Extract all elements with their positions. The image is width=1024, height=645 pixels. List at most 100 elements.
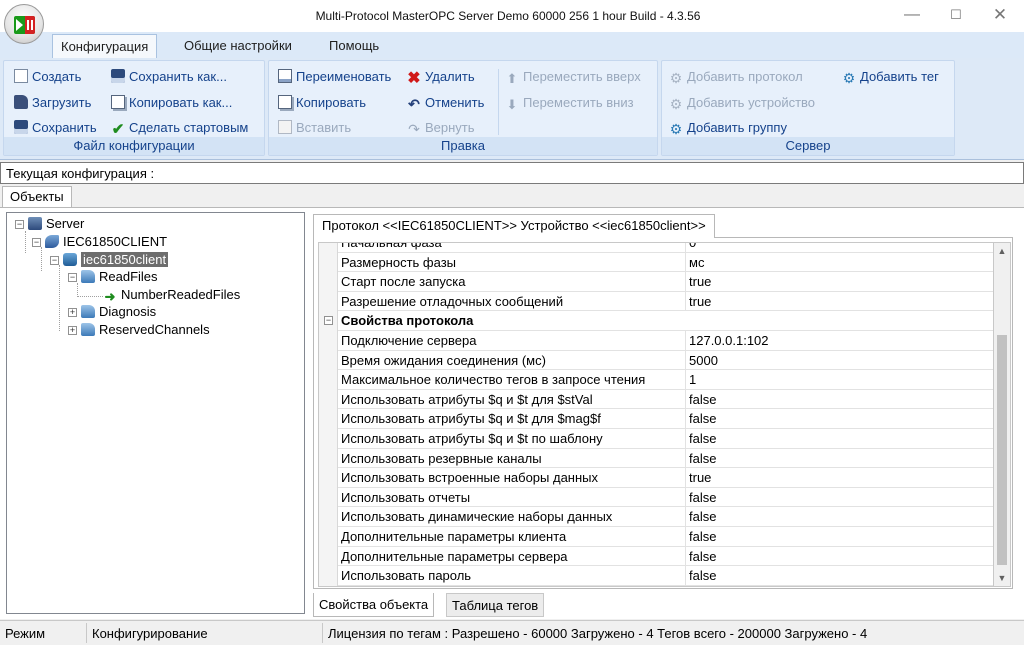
collapse-icon[interactable]: − [50,256,59,265]
property-value[interactable]: false [689,566,716,585]
property-value[interactable]: false [689,409,716,428]
property-row[interactable]: Использовать пароль false [338,566,993,586]
group-folder-icon [81,323,95,336]
property-category[interactable]: Свойства протокола [338,311,993,331]
tab-help[interactable]: Помощь [321,34,387,58]
tree-node-readfiles[interactable]: − ReadFiles [68,268,158,286]
maximize-button[interactable]: ☐ [942,4,970,26]
make-startup-button[interactable]: ✔ Сделать стартовым [111,118,249,138]
save-button[interactable]: Сохранить [14,118,97,138]
property-row[interactable]: Время ожидания соединения (мс) 5000 [338,350,993,371]
property-row[interactable]: Старт после запуска true [338,272,993,292]
property-value[interactable]: мс [689,253,704,272]
scroll-thumb[interactable] [997,335,1007,565]
tab-configuration[interactable]: Конфигурация [52,34,158,58]
property-value[interactable]: true [689,468,711,487]
property-value[interactable]: false [689,429,716,448]
property-name: Использовать атрибуты $q и $t для $stVal [341,391,593,407]
scroll-down-icon[interactable]: ▼ [994,570,1010,586]
property-grid[interactable]: Начальная фаза 0 Размерность фазы мс Старт п… [318,242,994,587]
undo-button[interactable]: ↶ Отменить [407,93,484,113]
property-name: Использовать встроенные наборы данных [341,470,599,486]
property-value[interactable]: false [689,547,716,566]
property-row[interactable]: Использовать динамические наборы данных f… [338,507,993,527]
redo-button[interactable]: ↷ Вернуть [407,118,475,138]
tab-tags-table[interactable]: Таблица тегов [446,593,545,617]
property-row[interactable]: Использовать атрибуты $q и $t для $stVal… [338,389,993,410]
property-value[interactable]: false [689,527,716,546]
property-value[interactable]: false [689,507,716,526]
save-as-button[interactable]: Сохранить как... [111,67,227,87]
property-value[interactable]: 1 [689,370,696,389]
property-value[interactable]: false [689,488,716,507]
property-row[interactable]: Дополнительные параметры сервера false [338,546,993,567]
expand-icon[interactable]: + [68,308,77,317]
server-group: ⚙ Добавить протокол ⚙ Добавить устройство … [661,60,955,156]
tree-node-protocol[interactable]: − IEC61850CLIENT [32,233,167,251]
expand-icon[interactable]: + [68,326,77,335]
move-down-button[interactable]: ⬇ Переместить вниз [505,93,634,113]
open-icon [14,95,28,109]
collapse-icon[interactable]: − [68,273,77,282]
property-row[interactable]: Дополнительные параметры клиента false [338,527,993,547]
property-name: Размерность фазы [341,254,457,270]
redo-label: Вернуть [425,120,475,135]
tab-objects[interactable]: Объекты [2,186,72,208]
load-button[interactable]: Загрузить [14,93,91,113]
move-up-button[interactable]: ⬆ Переместить вверх [505,67,641,87]
minimize-button[interactable]: — [898,4,926,26]
create-button[interactable]: Создать [14,67,81,87]
tree-node-diagnosis[interactable]: + Diagnosis [68,303,156,321]
undo-label: Отменить [425,95,485,110]
add-device-button[interactable]: ⚙ Добавить устройство [669,93,815,113]
add-tag-button[interactable]: ⚙ Добавить тег [842,67,939,87]
object-tree[interactable]: − Server − IEC61850CLIENT − iec61850client … [6,212,305,614]
copy-button[interactable]: Копировать [278,93,366,113]
group-separator [498,69,499,135]
property-value[interactable]: false [689,449,716,468]
add-group-button[interactable]: ⚙ Добавить группу [669,118,787,138]
property-row[interactable]: Разрешение отладочных сообщений true [338,291,993,312]
close-button[interactable]: ✕ [986,4,1014,26]
save-as-label: Сохранить как... [129,69,227,84]
rename-button[interactable]: Переименовать [278,67,391,87]
copy-as-button[interactable]: Копировать как... [111,93,232,113]
arrow-down-icon: ⬇ [506,97,518,112]
add-protocol-button[interactable]: ⚙ Добавить протокол [669,67,803,87]
property-row[interactable]: Начальная фаза 0 [338,243,993,253]
property-value[interactable]: true [689,272,711,291]
edit-group: Переименовать Копировать Вставить ✖ Удали… [268,60,658,156]
property-value[interactable]: 5000 [689,351,718,370]
add-protocol-label: Добавить протокол [687,69,803,84]
property-row[interactable]: Подключение сервера 127.0.0.1:102 [338,331,993,351]
collapse-icon[interactable]: − [15,220,24,229]
tree-node-device[interactable]: − iec61850client [50,251,169,269]
collapse-icon[interactable]: − [324,316,333,326]
tab-object-properties[interactable]: Свойства объекта [313,593,435,617]
delete-icon: ✖ [407,70,421,87]
vertical-scrollbar[interactable]: ▲ ▼ [994,242,1011,587]
property-value[interactable]: 127.0.0.1:102 [689,331,769,350]
move-up-label: Переместить вверх [523,69,641,84]
paste-button[interactable]: Вставить [278,118,351,138]
property-value[interactable]: true [689,292,711,311]
property-value[interactable]: 0 [689,243,696,252]
tree-node-server[interactable]: − Server [15,215,84,233]
property-row[interactable]: Использовать атрибуты $q и $t для $mag$f… [338,409,993,429]
property-row[interactable]: Максимальное количество тегов в запросе … [338,370,993,390]
app-menu-button[interactable] [4,4,44,44]
tree-node-tag[interactable]: ➜ NumberReadedFiles [103,286,241,304]
copy-as-label: Копировать как... [129,95,233,110]
property-row[interactable]: Использовать встроенные наборы данных tru… [338,468,993,488]
tree-node-reserved[interactable]: + ReservedChannels [68,321,210,339]
delete-button[interactable]: ✖ Удалить [407,67,474,87]
property-row[interactable]: Использовать атрибуты $q и $t по шаблону… [338,429,993,449]
property-row[interactable]: Использовать резервные каналы false [338,448,993,469]
property-row[interactable]: Размерность фазы мс [338,252,993,273]
property-row[interactable]: Использовать отчеты false [338,487,993,508]
tab-protocol-device[interactable]: Протокол <<IEC61850CLIENT>> Устройство <… [313,214,715,238]
scroll-up-icon[interactable]: ▲ [994,243,1010,259]
property-value[interactable]: false [689,390,716,409]
collapse-icon[interactable]: − [32,238,41,247]
tab-general-settings[interactable]: Общие настройки [176,34,300,58]
